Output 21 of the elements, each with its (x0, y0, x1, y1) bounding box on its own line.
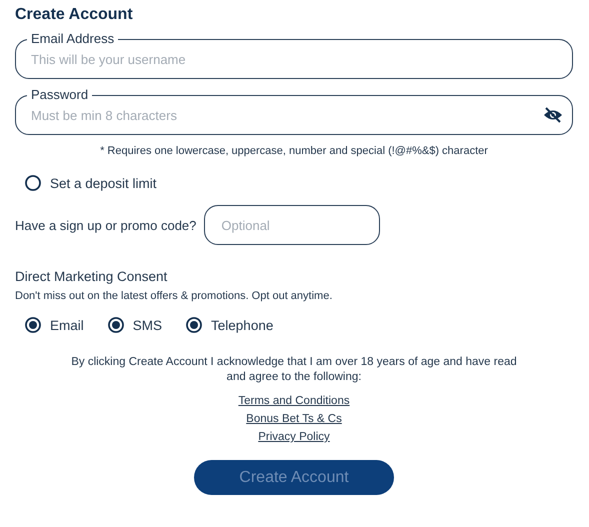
section-title: Direct Marketing Consent (15, 269, 168, 284)
radio-label: SMS (132, 318, 162, 332)
form-title: Create Account (15, 5, 134, 25)
legal-text: By clicking Create Account I acknowledge that I am over 18 years of age and have read and agree to the following: (70, 355, 518, 385)
radio-label: Telephone (211, 318, 274, 332)
policy-link[interactable]: Privacy Policy (258, 430, 330, 445)
radio-button[interactable] (186, 317, 202, 333)
field-label: Email Address (27, 31, 118, 46)
field-label: Password (27, 87, 92, 102)
password-hint: * Requires one lowercase, uppercase, number and special (!@#%&$) character (99, 145, 489, 157)
eye-slash-icon[interactable] (543, 107, 563, 123)
policy-link[interactable]: Terms and Conditions (238, 394, 350, 409)
promo-label: Have a sign up or promo code? (15, 218, 196, 232)
radio-button[interactable] (25, 317, 41, 333)
radio-label: Email (50, 318, 84, 332)
radio-label: Set a deposit limit (50, 176, 157, 190)
policy-link[interactable]: Bonus Bet Ts & Cs (246, 412, 342, 427)
promo-code-field[interactable]: Optional (204, 205, 380, 245)
section-subtitle: Don't miss out on the latest offers & promotions. Opt out anytime. (15, 290, 334, 302)
radio-button[interactable] (25, 175, 41, 191)
radio-button[interactable] (108, 317, 124, 333)
